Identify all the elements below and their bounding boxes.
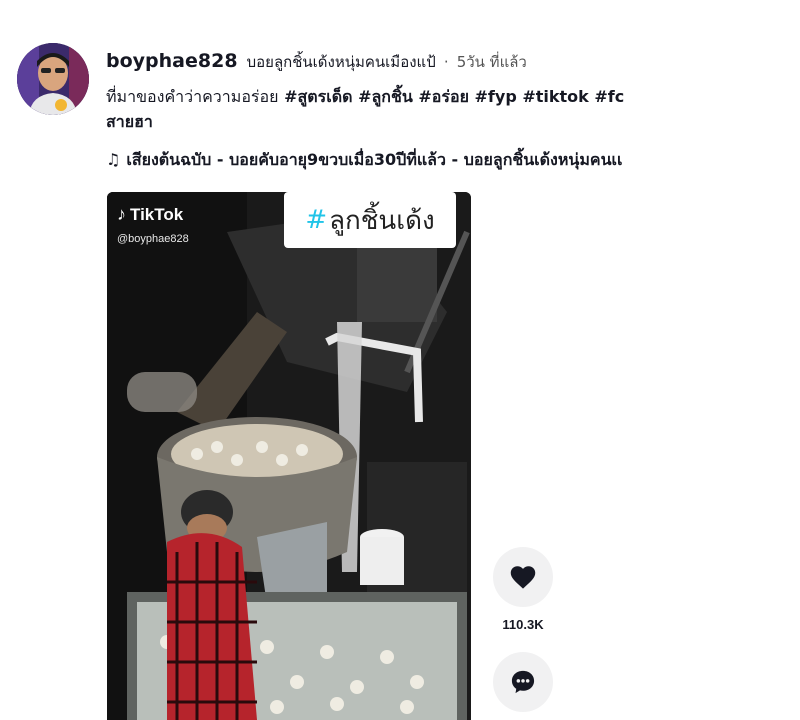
separator-dot: · [443, 53, 449, 71]
hashtag-link[interactable]: #สูตรเด็ด [284, 87, 352, 106]
like-count: 110.3K [502, 617, 544, 632]
post-header: boyphae828 บอยลูกชิ้นเด้งหนุ่มคนเมืองแป้… [106, 50, 527, 74]
music-note-icon: ♫ [106, 150, 121, 169]
tiktok-brand-text: TikTok [130, 204, 184, 224]
video-overlay-hashtag: # ลูกชิ้นเด้ง [284, 192, 456, 248]
caption-text: ที่มาของคำว่าความอร่อย [106, 87, 279, 106]
tiktok-watermark: ♪ TikTok [117, 204, 183, 225]
author-nickname[interactable]: บอยลูกชิ้นเด้งหนุ่มคนเมืองแป้ [247, 53, 436, 71]
author-avatar[interactable] [17, 43, 89, 115]
like-button[interactable] [493, 547, 553, 607]
overlay-hash-symbol: # [305, 205, 328, 235]
heart-icon [510, 566, 536, 589]
hashtag-link[interactable]: สายฮา [106, 112, 153, 131]
like-action: 110.3K [493, 547, 553, 632]
tiktok-logo-icon: ♪ [117, 204, 126, 224]
author-username[interactable]: boyphae828 [106, 50, 238, 72]
comment-action [493, 652, 553, 712]
video-frame [107, 192, 471, 720]
music-link[interactable]: ♫ เสียงต้นฉบับ - บอยคับอายุ9ขวบเมื่อ30ปีท… [106, 148, 622, 173]
comment-button[interactable] [493, 652, 553, 712]
post-caption: ที่มาของคำว่าความอร่อย #สูตรเด็ด #ลูกชิ้… [106, 84, 766, 134]
watermark-handle: @boyphae828 [117, 233, 189, 245]
overlay-hashtag-text: ลูกชิ้นเด้ง [329, 205, 435, 236]
hashtag-link[interactable]: #ลูกชิ้น [358, 87, 413, 106]
hashtag-link[interactable]: #tiktok [522, 87, 588, 106]
comment-icon [511, 670, 535, 694]
posted-time: 5วัน ที่แล้ว [456, 53, 527, 71]
hashtag-link[interactable]: #อร่อย [418, 87, 469, 106]
video-player[interactable]: ♪ TikTok @boyphae828 # ลูกชิ้นเด้ง [107, 192, 471, 720]
music-title: เสียงต้นฉบับ - บอยคับอายุ9ขวบเมื่อ30ปีที… [126, 150, 623, 169]
hashtag-link[interactable]: #fc [594, 87, 624, 106]
hashtag-link[interactable]: #fyp [475, 87, 517, 106]
